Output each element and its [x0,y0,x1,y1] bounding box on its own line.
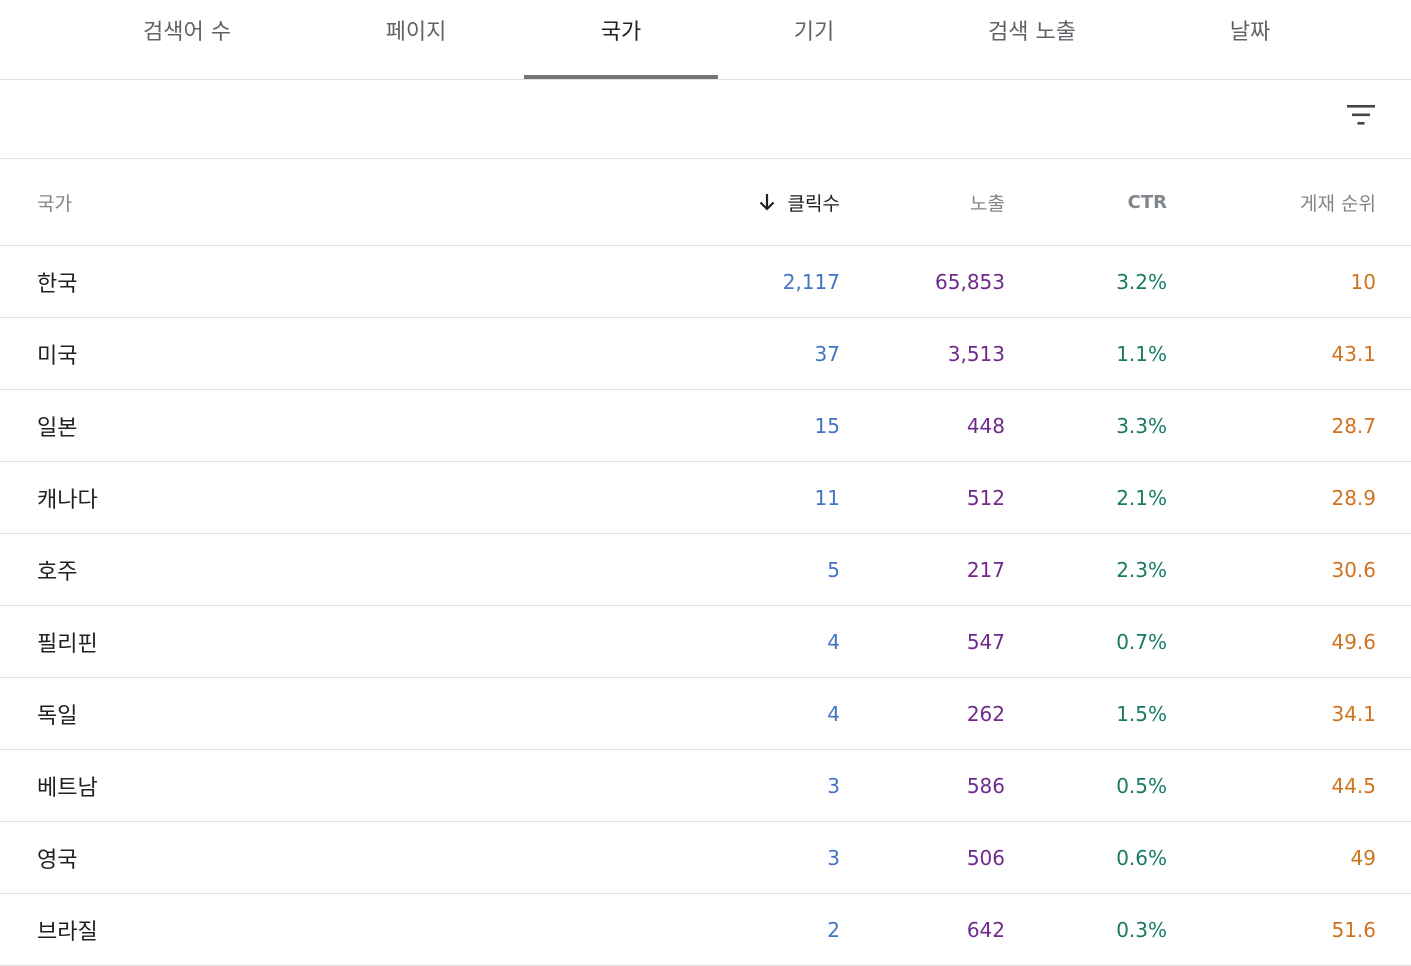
table-body: 한국 2,117 65,853 3.2% 10 미국 37 3,513 1.1% 43.1 일본 15… [0,246,1411,966]
table-header: 국가 클릭수 노출 CTR 게재 순위 [0,159,1411,246]
table-row[interactable]: 호주 5 217 2.3% 30.6 [0,534,1411,606]
table-row[interactable]: 베트남 3 586 0.5% 44.5 [0,750,1411,822]
header-country-label: 국가 [37,192,72,215]
tab-label: 기기 [793,20,835,45]
tab-label: 날짜 [1229,20,1271,45]
cell-ctr: 0.3% [1116,917,1167,942]
cell-country: 브라질 [37,919,98,945]
header-position[interactable]: 게재 순위 [1176,159,1376,245]
header-position-label: 게재 순위 [1300,192,1376,215]
cell-country: 캐나다 [37,487,98,513]
cell-position: 43.1 [1331,341,1376,366]
tab-devices[interactable]: 기기 [717,0,911,79]
cell-position: 28.9 [1331,485,1376,510]
cell-position: 34.1 [1331,701,1376,726]
cell-ctr: 2.3% [1116,557,1167,582]
active-tab-indicator [524,75,718,79]
cell-position: 30.6 [1331,557,1376,582]
table-row[interactable]: 미국 37 3,513 1.1% 43.1 [0,318,1411,390]
tab-label: 검색 노출 [988,20,1076,45]
filter-button[interactable] [1340,100,1382,132]
cell-ctr: 3.3% [1116,413,1167,438]
tab-label: 페이지 [385,20,447,45]
table-row[interactable]: 영국 3 506 0.6% 49 [0,822,1411,894]
tab-bar: 검색어 수 페이지 국가 기기 검색 노출 날짜 [0,0,1411,80]
cell-position: 44.5 [1331,773,1376,798]
tab-countries[interactable]: 국가 [524,0,718,79]
cell-position: 51.6 [1331,917,1376,942]
country-table: 국가 클릭수 노출 CTR 게재 순위 한국 2,117 65,853 3.2% 10 미… [0,159,1411,966]
cell-position: 10 [1350,269,1376,294]
cell-ctr: 0.5% [1116,773,1167,798]
header-ctr[interactable]: CTR [967,159,1167,245]
table-row[interactable]: 독일 4 262 1.5% 34.1 [0,678,1411,750]
tab-pages[interactable]: 페이지 [319,0,513,79]
tab-dates[interactable]: 날짜 [1153,0,1347,79]
cell-position: 49.6 [1331,629,1376,654]
cell-country: 한국 [37,271,78,297]
tab-label: 검색어 수 [143,20,231,45]
cell-position: 28.7 [1331,413,1376,438]
header-ctr-label: CTR [1127,191,1167,213]
cell-ctr: 0.7% [1116,629,1167,654]
cell-country: 베트남 [37,775,98,801]
cell-country: 일본 [37,415,78,441]
cell-ctr: 1.5% [1116,701,1167,726]
cell-ctr: 1.1% [1116,341,1167,366]
cell-country: 영국 [37,847,78,873]
table-row[interactable]: 일본 15 448 3.3% 28.7 [0,390,1411,462]
cell-ctr: 3.2% [1116,269,1167,294]
table-row[interactable]: 캐나다 11 512 2.1% 28.9 [0,462,1411,534]
filter-icon [1347,105,1375,125]
cell-country: 호주 [37,559,78,585]
cell-country: 독일 [37,703,78,729]
table-row[interactable]: 한국 2,117 65,853 3.2% 10 [0,246,1411,318]
cell-country: 필리핀 [37,631,98,657]
header-country[interactable]: 국가 [37,159,437,245]
cell-ctr: 2.1% [1116,485,1167,510]
tab-queries[interactable]: 검색어 수 [90,0,284,79]
arrow-down-icon [759,194,774,211]
tab-search-appearance[interactable]: 검색 노출 [935,0,1129,79]
table-row[interactable]: 브라질 2 642 0.3% 51.6 [0,894,1411,966]
table-toolbar [0,80,1411,159]
cell-position: 49 [1350,845,1376,870]
table-row[interactable]: 필리핀 4 547 0.7% 49.6 [0,606,1411,678]
tab-label: 국가 [600,20,642,45]
cell-country: 미국 [37,343,78,369]
cell-ctr: 0.6% [1116,845,1167,870]
